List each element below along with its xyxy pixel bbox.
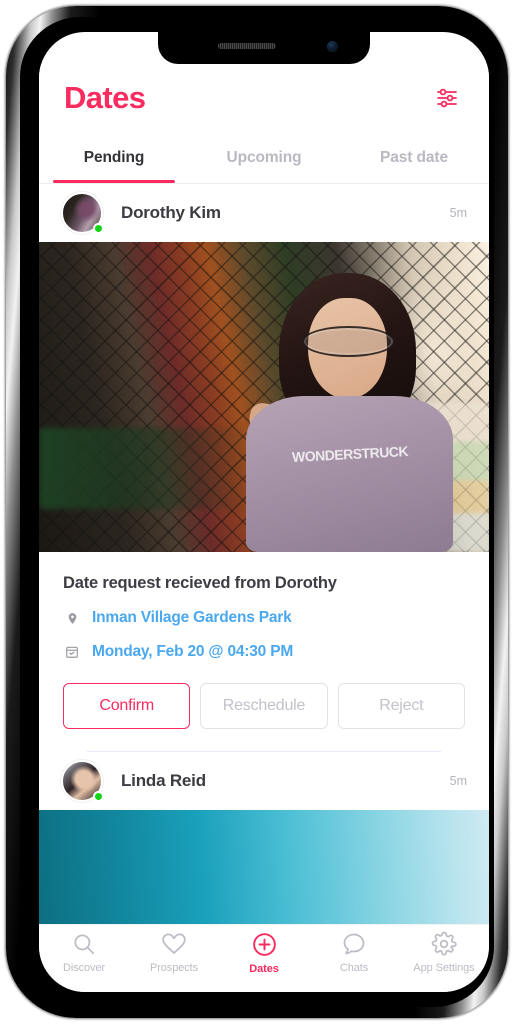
nav-item-chats[interactable]: Chats [309,931,399,974]
phone-frame: Dates Pending Upcoming Past date Dorothy… [6,6,508,1018]
nav-item-discover[interactable]: Discover [39,931,129,974]
nav-item-prospects[interactable]: Prospects [129,931,219,974]
post-timestamp: 5m [449,206,467,220]
phone-screen: Dates Pending Upcoming Past date Dorothy… [39,32,489,992]
earpiece-speaker-icon [217,43,276,49]
user-name: Dorothy Kim [121,203,221,222]
tab-bar: Pending Upcoming Past date [39,132,489,184]
reschedule-button[interactable]: Reschedule [200,683,328,729]
avatar[interactable] [61,760,104,802]
app-header: Dates [39,64,489,132]
detail-datetime-text[interactable]: Monday, Feb 20 @ 04:30 PM [92,643,293,661]
date-card-dorothy: Dorothy Kim 5m WONDERSTRUCK Date request… [39,184,489,752]
tab-past-date[interactable]: Past date [339,132,489,183]
phone-notch [158,32,370,64]
detail-datetime-row: Monday, Feb 20 @ 04:30 PM [63,643,465,661]
post-photo[interactable] [39,810,489,924]
confirm-button[interactable]: Confirm [63,683,191,729]
nav-item-app-settings[interactable]: App Settings [399,931,489,974]
plus-circle-icon [252,933,276,956]
nav-label: Chats [339,962,369,974]
search-icon [74,934,95,955]
nav-label: App Settings [413,962,475,974]
front-camera-icon [327,41,338,52]
detail-location-text[interactable]: Inman Village Gardens Park [92,609,292,627]
calendar-icon [63,645,81,659]
map-pin-icon [63,611,81,626]
detail-location-row: Inman Village Gardens Park [63,609,465,627]
user-row[interactable]: Dorothy Kim 5m [39,184,489,242]
nav-label: Prospects [149,962,198,974]
user-row[interactable]: Linda Reid 5m [39,752,489,810]
action-buttons: Confirm Reschedule Reject [63,683,465,729]
subject-glasses [301,326,396,357]
user-name: Linda Reid [121,771,206,790]
detail-title: Date request recieved from Dorothy [63,574,337,592]
post-timestamp: 5m [449,774,467,788]
tab-pending[interactable]: Pending [39,132,189,183]
nav-label: Dates [249,963,279,975]
filter-button[interactable] [430,81,464,115]
sliders-filter-icon [437,88,457,108]
photo-subject: WONDERSTRUCK [246,273,453,552]
gear-icon [431,931,457,956]
online-status-dot [93,791,104,802]
date-card-linda: Linda Reid 5m [39,752,489,924]
chat-bubble-icon [343,933,365,955]
reject-button[interactable]: Reject [337,683,465,729]
heart-icon [162,933,186,954]
post-photo[interactable]: WONDERSTRUCK [39,242,489,552]
online-status-dot [93,223,104,234]
tab-upcoming[interactable]: Upcoming [189,132,339,183]
date-request-detail: Date request recieved from Dorothy Inman… [39,552,489,752]
dates-feed[interactable]: Dorothy Kim 5m WONDERSTRUCK Date request… [39,184,489,924]
bottom-navigation: Discover Prospects Dates Chats App Setti… [39,924,489,992]
photo-background-band [39,428,255,509]
page-title: Dates [64,80,146,115]
nav-label: Discover [63,962,105,974]
nav-item-dates[interactable]: Dates [219,931,309,975]
avatar[interactable] [61,192,104,234]
subject-shirt [246,395,453,552]
